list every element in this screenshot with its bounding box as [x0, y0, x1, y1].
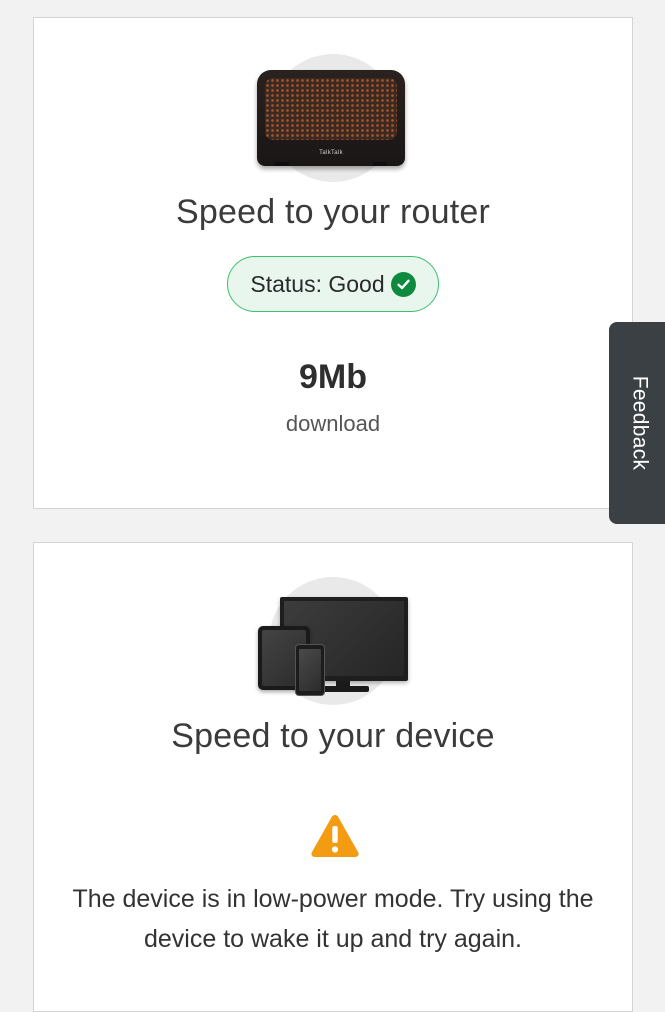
phone-image	[295, 644, 325, 696]
check-circle-icon	[390, 271, 416, 297]
download-speed-value: 9Mb	[299, 358, 367, 396]
download-speed-label: download	[285, 411, 381, 436]
warning-icon	[311, 815, 359, 857]
device-speed-card: Speed to your device The device is in lo…	[33, 542, 633, 1012]
status-badge: Status: Good	[227, 256, 439, 312]
router-brand-text: TalkTalk	[319, 150, 343, 156]
feedback-tab[interactable]: Feedback	[609, 322, 665, 524]
router-speed-card: TalkTalk Speed to your router Status: Go…	[33, 17, 633, 509]
router-card-title: Speed to your router	[176, 193, 490, 231]
router-image: TalkTalk	[257, 70, 405, 166]
device-card-title: Speed to your device	[171, 717, 495, 755]
feedback-label: Feedback	[628, 375, 651, 471]
status-label: Status: Good	[250, 270, 385, 297]
low-power-message: The device is in low-power mode. Try usi…	[72, 885, 594, 953]
router-grille	[265, 78, 397, 140]
